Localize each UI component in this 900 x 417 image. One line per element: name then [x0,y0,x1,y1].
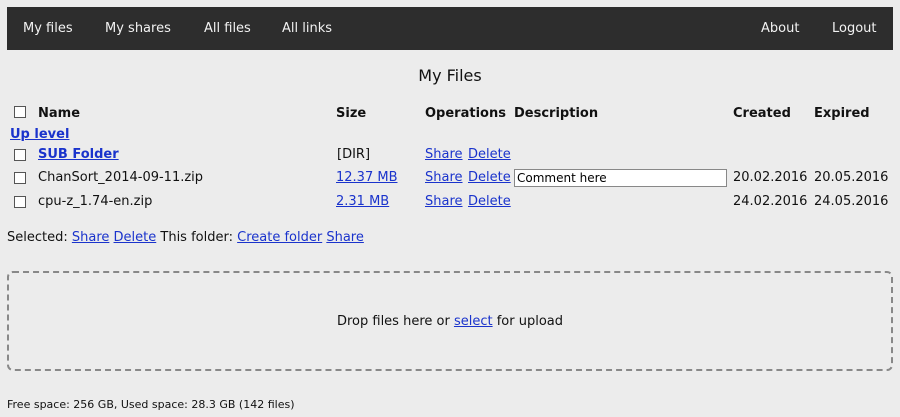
delete-link[interactable]: Delete [468,194,511,209]
row-checkbox[interactable] [14,149,26,161]
column-header-expired[interactable]: Expired [814,106,870,121]
selected-delete-link[interactable]: Delete [114,230,157,245]
nav-my-shares[interactable]: My shares [105,7,171,50]
dropzone-text: Drop files here or select for upload [9,314,891,329]
created-date: 24.02.2016 [733,194,808,209]
up-level-link[interactable]: Up level [10,127,69,142]
file-name: ChanSort_2014-09-11.zip [38,170,204,185]
select-files-link[interactable]: select [454,314,493,329]
nav-my-files[interactable]: My files [23,7,73,50]
column-header-operations: Operations [425,106,506,121]
file-size: [DIR] [337,147,371,162]
drop-text-before: Drop files here or [336,314,450,329]
folder-link[interactable]: SUB Folder [38,147,119,162]
column-header-name[interactable]: Name [38,106,80,121]
file-size-download-link[interactable]: 12.37 MB [336,170,397,185]
row-checkbox[interactable] [14,172,26,184]
expired-date: 20.05.2016 [814,170,889,185]
expired-date: 24.05.2016 [814,194,889,209]
selected-label: Selected: [7,230,68,245]
select-all-checkbox[interactable] [14,106,26,118]
nav-all-links[interactable]: All links [282,7,332,50]
actions-bar: Selected: Share Delete This folder: Crea… [7,230,364,245]
column-header-size[interactable]: Size [336,106,366,121]
selected-share-link[interactable]: Share [72,230,110,245]
nav-about[interactable]: About [761,7,799,50]
description-input[interactable]: Comment here [514,169,727,187]
share-link[interactable]: Share [425,194,463,209]
upload-dropzone[interactable]: Drop files here or select for upload [7,271,893,371]
row-checkbox[interactable] [14,196,26,208]
file-name: cpu-z_1.74-en.zip [38,194,153,209]
drop-text-after: for upload [496,314,564,329]
nav-all-files[interactable]: All files [204,7,251,50]
column-header-description: Description [514,106,599,121]
column-header-created[interactable]: Created [733,106,791,121]
top-navbar: My files My shares All files All links A… [7,7,893,50]
page-title: My Files [418,66,482,85]
storage-status: Free space: 256 GB, Used space: 28.3 GB … [7,398,295,411]
created-date: 20.02.2016 [733,170,808,185]
file-size-download-link[interactable]: 2.31 MB [336,194,389,209]
create-folder-link[interactable]: Create folder [237,230,322,245]
delete-link[interactable]: Delete [468,147,511,162]
share-link[interactable]: Share [425,170,463,185]
folder-label: This folder: [160,230,233,245]
share-link[interactable]: Share [425,147,463,162]
nav-logout[interactable]: Logout [832,7,877,50]
delete-link[interactable]: Delete [468,170,511,185]
folder-share-link[interactable]: Share [326,230,364,245]
